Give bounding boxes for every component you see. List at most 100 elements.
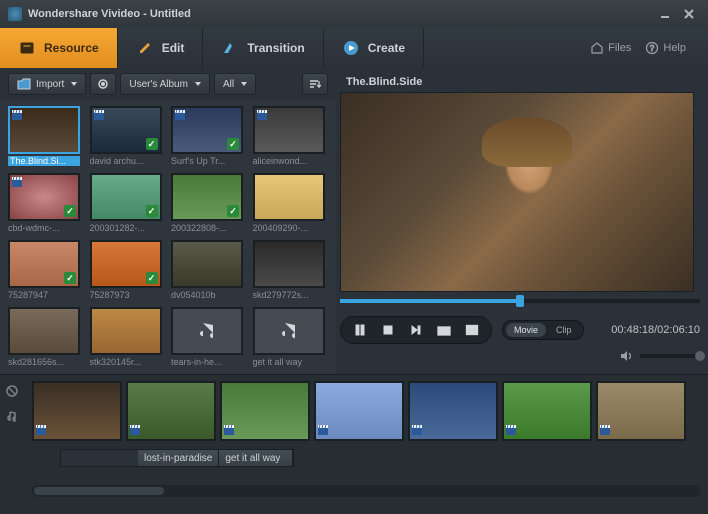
filter-select[interactable]: All <box>214 73 256 95</box>
video-badge-icon <box>130 425 142 437</box>
tab-create[interactable]: Create <box>324 28 424 68</box>
stop-button[interactable] <box>379 321 397 339</box>
media-thumb[interactable]: skd279772s... <box>253 240 329 301</box>
tab-label: Resource <box>44 41 99 55</box>
video-badge-icon <box>412 425 424 437</box>
media-thumb[interactable]: tears-in-he... <box>171 307 247 368</box>
audio-clip[interactable]: lost-in-paradise <box>138 450 219 466</box>
playback-controls <box>340 316 492 344</box>
media-thumb[interactable]: 75287973 <box>90 240 166 301</box>
media-thumb[interactable]: stk320145r... <box>90 307 166 368</box>
media-thumb[interactable]: 200322808-... <box>171 173 247 234</box>
video-badge-icon <box>600 425 612 437</box>
tab-label: Transition <box>247 41 304 55</box>
timeline-clip[interactable] <box>408 381 498 441</box>
preview-area[interactable] <box>340 92 694 292</box>
chevron-down-icon <box>71 82 77 86</box>
audio-icon <box>253 307 325 355</box>
media-thumb[interactable]: aliceinwond... <box>253 106 329 167</box>
next-button[interactable] <box>407 321 425 339</box>
tabbar: Resource Edit Transition Create Files ? … <box>0 28 708 68</box>
album-select[interactable]: User's Album <box>120 73 210 95</box>
media-thumb[interactable]: The.Blind.Si... <box>8 106 84 167</box>
thumb-label: get it all way <box>253 357 325 367</box>
timeline-audio-track[interactable]: lost-in-paradise get it all way <box>60 449 294 467</box>
filter-label: All <box>223 79 234 90</box>
minimize-button[interactable] <box>654 5 676 23</box>
scrollbar-thumb[interactable] <box>34 487 164 495</box>
transition-icon <box>221 39 239 57</box>
media-thumb[interactable]: cbd-wdmc-... <box>8 173 84 234</box>
media-thumb[interactable]: david archu... <box>90 106 166 167</box>
timeline-video-track[interactable] <box>24 375 708 447</box>
thumb-label: skd279772s... <box>253 290 325 300</box>
album-label: User's Album <box>129 79 188 90</box>
capture-button[interactable] <box>90 73 116 95</box>
import-label: Import <box>36 79 64 90</box>
thumb-label: skd281656s... <box>8 357 80 367</box>
thumb-label: Surf's Up Tr... <box>171 156 243 166</box>
thumb-label: david archu... <box>90 156 162 166</box>
fullscreen-button[interactable] <box>463 321 481 339</box>
help-link[interactable]: ? Help <box>645 41 686 55</box>
media-thumb[interactable]: 200301282-... <box>90 173 166 234</box>
timeline-clip[interactable] <box>220 381 310 441</box>
media-thumb[interactable]: skd281656s... <box>8 307 84 368</box>
movie-mode-button[interactable]: Movie <box>506 323 546 337</box>
thumb-label: cbd-wdmc-... <box>8 223 80 233</box>
help-label: Help <box>663 42 686 54</box>
close-button[interactable] <box>678 5 700 23</box>
thumb-label: 75287973 <box>90 290 162 300</box>
media-thumb[interactable]: 75287947 <box>8 240 84 301</box>
timeline-clip[interactable] <box>596 381 686 441</box>
check-icon <box>146 138 158 150</box>
check-icon <box>146 272 158 284</box>
tab-label: Edit <box>162 41 185 55</box>
audio-clip[interactable]: get it all way <box>219 450 293 466</box>
media-toolbar: Import User's Album All <box>0 68 336 100</box>
volume-slider[interactable] <box>640 354 700 358</box>
window-title: Wondershare Vivideo - Untitled <box>28 8 191 20</box>
video-badge-icon <box>224 425 236 437</box>
timecode: 00:48:18/02:06:10 <box>611 324 700 336</box>
timeline: lost-in-paradise get it all way <box>0 374 708 514</box>
timeline-clip[interactable] <box>502 381 592 441</box>
check-icon <box>227 138 239 150</box>
thumb-label: 200301282-... <box>90 223 162 233</box>
thumb-label: 200322808-... <box>171 223 243 233</box>
clip-mode-button[interactable]: Clip <box>548 323 580 337</box>
progress-bar[interactable] <box>340 294 700 308</box>
video-badge-icon <box>257 110 267 120</box>
tab-edit[interactable]: Edit <box>118 28 204 68</box>
video-badge-icon <box>94 110 104 120</box>
timeline-clip[interactable] <box>126 381 216 441</box>
timeline-scrollbar[interactable] <box>32 485 700 497</box>
tab-resource[interactable]: Resource <box>0 28 118 68</box>
create-icon <box>342 39 360 57</box>
snapshot-button[interactable] <box>435 321 453 339</box>
timeline-fx-button[interactable] <box>2 381 22 401</box>
media-thumb[interactable]: dv054010b <box>171 240 247 301</box>
chevron-down-icon <box>195 82 201 86</box>
check-icon <box>64 272 76 284</box>
media-thumb[interactable]: Surf's Up Tr... <box>171 106 247 167</box>
import-button[interactable]: Import <box>8 73 86 95</box>
thumb-label: tears-in-he... <box>171 357 243 367</box>
media-thumb[interactable]: get it all way <box>253 307 329 368</box>
files-link[interactable]: Files <box>590 41 631 55</box>
progress-knob[interactable] <box>516 295 524 307</box>
media-thumb[interactable]: 200409290-... <box>253 173 329 234</box>
video-badge-icon <box>175 110 185 120</box>
resource-icon <box>18 39 36 57</box>
preview-frame <box>341 93 693 291</box>
files-label: Files <box>608 42 631 54</box>
thumb-label: dv054010b <box>171 290 243 300</box>
check-icon <box>146 205 158 217</box>
timeline-clip[interactable] <box>32 381 122 441</box>
pause-button[interactable] <box>351 321 369 339</box>
video-badge-icon <box>12 177 22 187</box>
sort-button[interactable] <box>302 73 328 95</box>
tab-transition[interactable]: Transition <box>203 28 323 68</box>
timeline-audio-button[interactable] <box>2 407 22 427</box>
timeline-clip[interactable] <box>314 381 404 441</box>
